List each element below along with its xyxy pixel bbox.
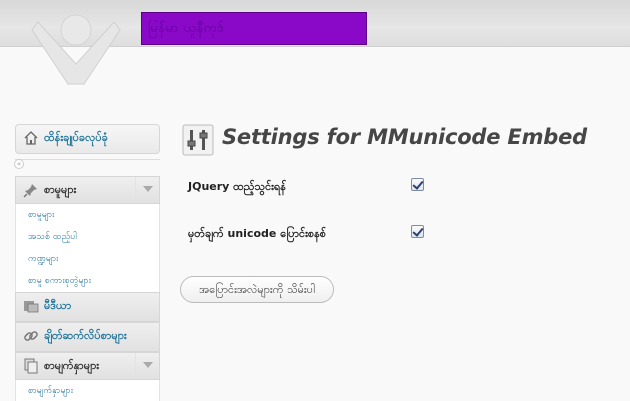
- home-icon: [24, 131, 38, 145]
- posts-submenu: စာမူများ အသစ် ထည့်ပါ ကဏ္ဍများ စာမူ စကားစ…: [15, 204, 160, 292]
- chevron-down-icon: [143, 186, 153, 192]
- media-icon: [24, 301, 39, 313]
- pushpin-icon: [23, 184, 37, 198]
- sidebar-item-links[interactable]: ချိတ်ဆက်လိပ်စာများ: [15, 322, 160, 352]
- site-title-banner[interactable]: မြန်မာ ယူနီကုဒ်: [141, 12, 367, 45]
- unicode-checkbox[interactable]: [411, 225, 424, 238]
- sidebar-item-media[interactable]: မီဒီယာ: [15, 292, 160, 322]
- option-label-unicode: မှတ်ချက် unicode ပြောင်းစနစ်: [188, 227, 326, 240]
- jquery-checkbox[interactable]: [411, 178, 424, 191]
- site-title[interactable]: မြန်မာ ယူနီကုဒ်: [148, 20, 362, 39]
- page-title: Settings for MMunicode Embed: [222, 125, 587, 149]
- submenu-item-tags[interactable]: စာမူ စကားစုတွဲများ: [16, 270, 159, 292]
- option-label-jquery: JQuery ထည့်သွင်းရန်: [188, 180, 286, 193]
- sidebar-item-posts[interactable]: စာမူများ: [15, 176, 160, 204]
- sidebar-item-label: စာမူများ: [44, 183, 77, 196]
- submenu-item-categories[interactable]: ကဏ္ဍများ: [16, 248, 159, 270]
- collapse-menu[interactable]: «: [14, 159, 160, 169]
- save-changes-button[interactable]: အပြောင်းအလဲများကို သိမ်းပါ: [180, 276, 334, 303]
- sidebar-item-dashboard[interactable]: ထိန်းချုပ်ခလုပ်ခုံ: [15, 124, 160, 154]
- logo-icon: [31, 14, 121, 85]
- expand-toggle[interactable]: [135, 353, 159, 379]
- pages-submenu: စာမျက်နှာများ: [15, 380, 160, 401]
- settings-icon: [182, 124, 214, 156]
- submenu-item-all-posts[interactable]: စာမူများ: [16, 204, 159, 226]
- sidebar-item-label: ထိန်းချုပ်ခလုပ်ခုံ: [44, 131, 108, 144]
- submenu-item-all-pages[interactable]: စာမျက်နှာများ: [16, 380, 159, 401]
- link-icon: [24, 331, 38, 341]
- sidebar-item-label: စာမျက်နှာများ: [44, 359, 100, 372]
- sidebar-item-label: မီဒီယာ: [44, 299, 72, 312]
- collapse-arrow-icon[interactable]: «: [14, 159, 24, 169]
- pages-icon: [24, 358, 38, 374]
- sidebar-item-label: ချိတ်ဆက်လိပ်စာများ: [44, 329, 127, 342]
- expand-toggle[interactable]: [135, 177, 159, 203]
- submenu-item-add-new[interactable]: အသစ် ထည့်ပါ: [16, 226, 159, 248]
- chevron-down-icon: [143, 362, 153, 368]
- sidebar-item-pages[interactable]: စာမျက်နှာများ: [15, 352, 160, 380]
